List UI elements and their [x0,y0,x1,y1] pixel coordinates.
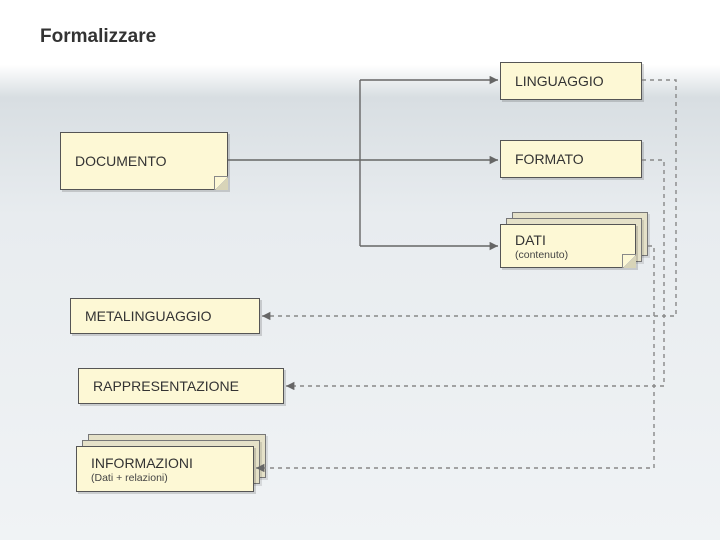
node-documento-label: DOCUMENTO [75,153,213,169]
node-informazioni-label: INFORMAZIONI [91,455,239,471]
node-documento: DOCUMENTO [60,132,228,190]
node-informazioni: INFORMAZIONI (Dati + relazioni) [76,446,254,492]
node-formato-label: FORMATO [515,151,627,167]
node-informazioni-sublabel: (Dati + relazioni) [91,472,239,484]
node-dati: DATI (contenuto) [500,224,636,268]
node-linguaggio: LINGUAGGIO [500,62,642,100]
node-rappresentazione: RAPPRESENTAZIONE [78,368,284,404]
page-title: Formalizzare [40,26,156,48]
node-linguaggio-label: LINGUAGGIO [515,73,627,89]
node-metalinguaggio: METALINGUAGGIO [70,298,260,334]
node-dati-sublabel: (contenuto) [515,249,621,261]
node-metalinguaggio-label: METALINGUAGGIO [85,308,245,324]
fold-icon [622,254,636,268]
node-formato: FORMATO [500,140,642,178]
node-rappresentazione-label: RAPPRESENTAZIONE [93,378,269,394]
fold-icon [214,176,228,190]
node-dati-label: DATI [515,232,621,248]
